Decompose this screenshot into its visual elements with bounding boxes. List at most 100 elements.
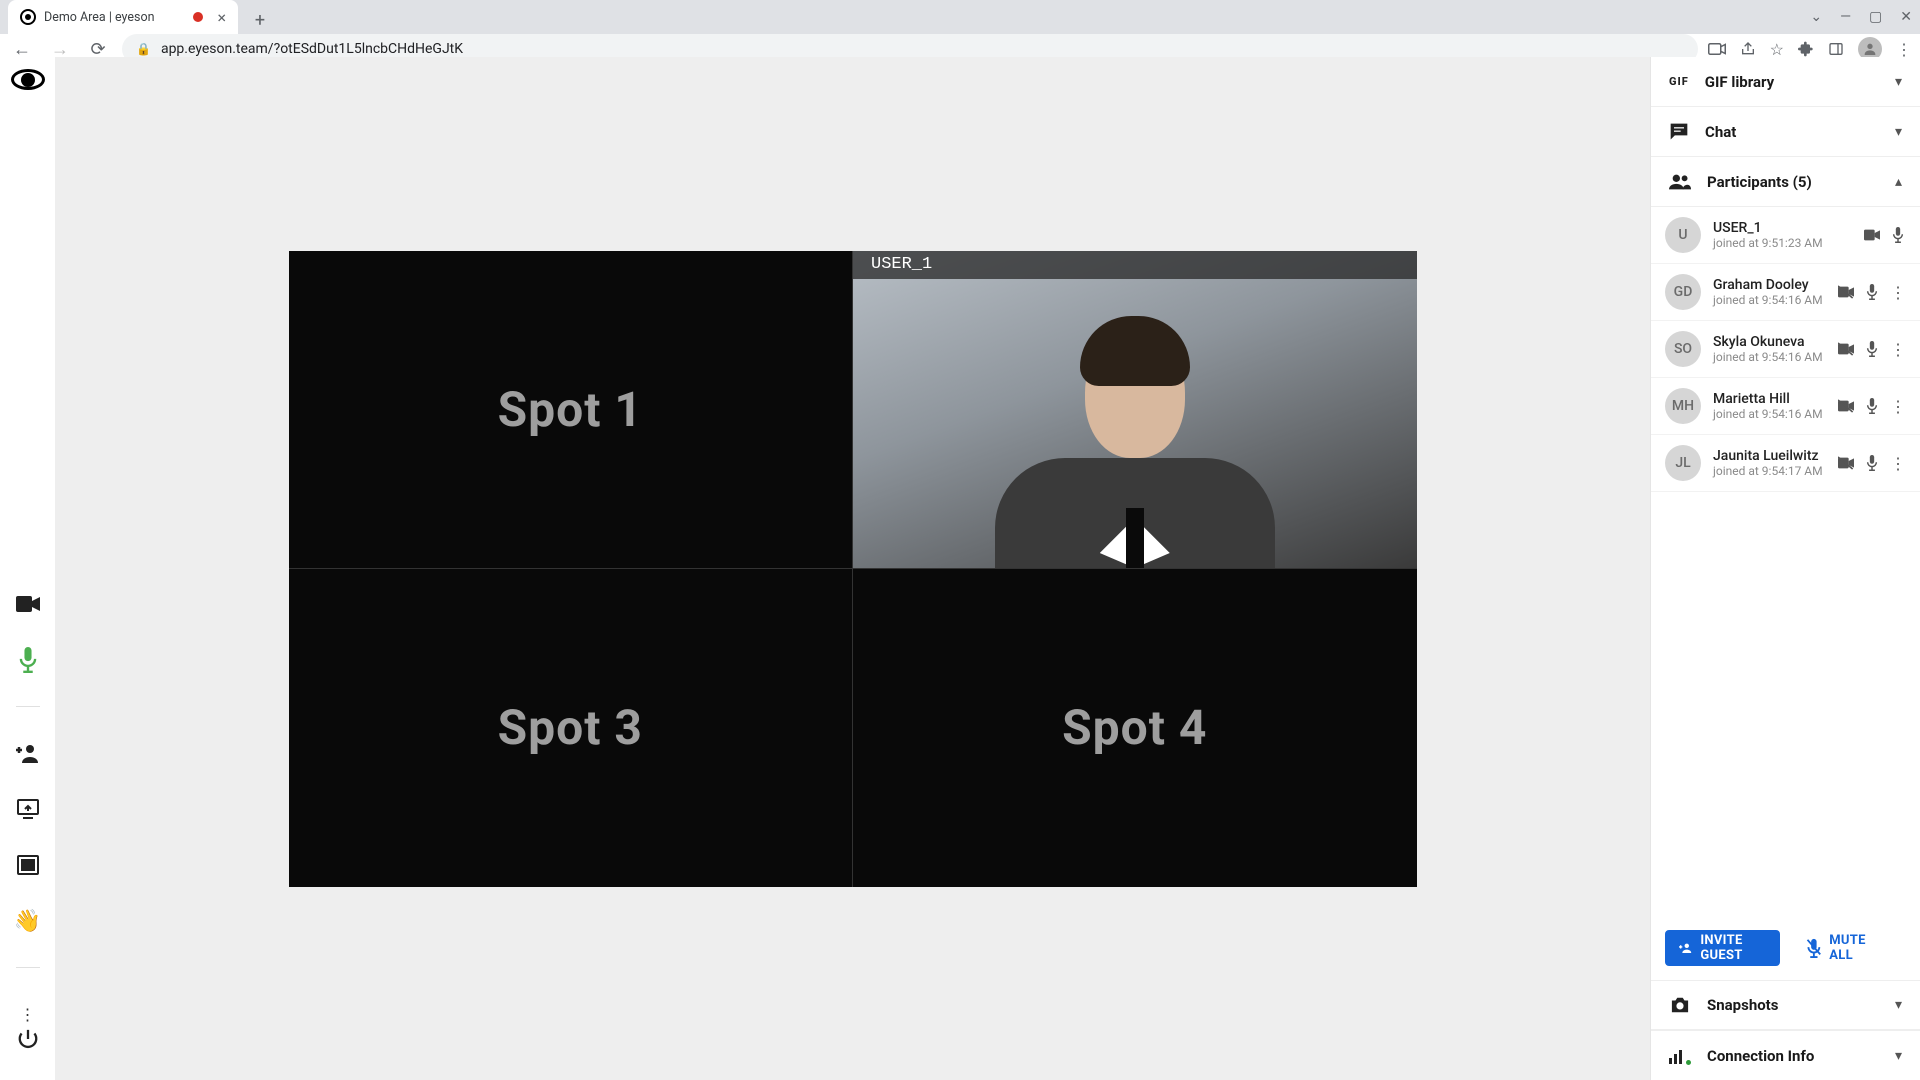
chevron-down-icon: ▾ <box>1895 124 1902 140</box>
participant-video-tile: USER_1 <box>853 251 1417 569</box>
connection-bars-icon <box>1669 1048 1691 1064</box>
more-icon[interactable]: ⋮ <box>1890 340 1906 359</box>
participant-row[interactable]: SO Skyla Okunevajoined at 9:54:16 AM ⋮ <box>1651 321 1920 378</box>
mute-all-button[interactable]: MUTE ALL <box>1792 930 1907 966</box>
camera-icon <box>1669 996 1691 1014</box>
grid-spot-3[interactable]: Spot 3 <box>289 569 853 887</box>
grid-spot-2[interactable]: USER_1 <box>853 251 1417 569</box>
spot-label: Spot 1 <box>498 381 643 438</box>
participant-info: Skyla Okunevajoined at 9:54:16 AM <box>1713 334 1826 364</box>
new-tab-button[interactable]: + <box>246 6 274 34</box>
window-minimize-icon[interactable]: — <box>1840 9 1851 25</box>
more-icon[interactable]: ⋮ <box>1890 454 1906 473</box>
snapshots-panel-header[interactable]: Snapshots ▾ <box>1651 980 1920 1030</box>
left-rail: 👋 ⋮ <box>0 57 55 1080</box>
tab-bar: Demo Area | eyeson × + ⌄ — ▢ ✕ <box>0 0 1920 34</box>
app-root: 👋 ⋮ Spot 1 USER_1 <box>0 57 1920 1080</box>
participant-avatar: MH <box>1665 388 1701 424</box>
participant-actions: INVITE GUEST MUTE ALL <box>1651 916 1920 980</box>
camera-off-icon[interactable] <box>1838 455 1854 471</box>
mic-icon[interactable] <box>1890 227 1906 243</box>
add-person-icon <box>1679 941 1692 955</box>
mic-icon[interactable] <box>1864 455 1880 471</box>
share-icon[interactable] <box>1740 41 1756 57</box>
mic-off-icon <box>1806 938 1822 958</box>
side-panel-icon[interactable] <box>1828 41 1844 57</box>
participants-icon <box>1669 174 1691 190</box>
layout-button[interactable] <box>14 851 42 879</box>
participants-list: U USER_1joined at 9:51:23 AM GD Graham Dool… <box>1651 207 1920 492</box>
participant-row[interactable]: MH Marietta Hilljoined at 9:54:16 AM ⋮ <box>1651 378 1920 435</box>
browser-tab[interactable]: Demo Area | eyeson × <box>8 0 238 34</box>
spot-label: Spot 4 <box>1062 699 1207 756</box>
participant-name: USER_1 <box>1713 220 1852 236</box>
camera-off-icon[interactable] <box>1838 341 1854 357</box>
participant-row[interactable]: U USER_1joined at 9:51:23 AM <box>1651 207 1920 264</box>
window-close-icon[interactable]: ✕ <box>1900 9 1912 25</box>
chat-panel-header[interactable]: Chat ▾ <box>1651 107 1920 157</box>
add-participant-button[interactable] <box>14 739 42 767</box>
participant-row[interactable]: GD Graham Dooleyjoined at 9:54:16 AM ⋮ <box>1651 264 1920 321</box>
participant-row[interactable]: JL Jaunita Lueilwitzjoined at 9:54:17 AM ⋮ <box>1651 435 1920 492</box>
more-options-button[interactable]: ⋮ <box>14 1000 42 1028</box>
participant-avatar: JL <box>1665 445 1701 481</box>
window-maximize-icon[interactable]: ▢ <box>1869 9 1882 25</box>
participant-info: Marietta Hilljoined at 9:54:16 AM <box>1713 391 1826 421</box>
participant-avatar: GD <box>1665 274 1701 310</box>
gif-library-panel-header[interactable]: GIF GIF library ▾ <box>1651 57 1920 107</box>
participant-name: Jaunita Lueilwitz <box>1713 448 1826 464</box>
bookmark-star-icon[interactable]: ☆ <box>1770 40 1784 59</box>
leave-call-button[interactable] <box>14 1028 42 1050</box>
camera-toggle-button[interactable] <box>14 590 42 618</box>
more-icon[interactable]: ⋮ <box>1890 283 1906 302</box>
participant-info: USER_1joined at 9:51:23 AM <box>1713 220 1852 250</box>
chevron-down-icon: ▾ <box>1895 997 1902 1013</box>
participant-name: Graham Dooley <box>1713 277 1826 293</box>
grid-spot-1[interactable]: Spot 1 <box>289 251 853 569</box>
lock-icon: 🔒 <box>136 42 151 56</box>
separator <box>16 706 40 707</box>
chevron-up-icon: ▴ <box>1895 174 1902 190</box>
spot-label: Spot 3 <box>498 699 643 756</box>
chevron-down-icon: ▾ <box>1895 74 1902 90</box>
connection-info-panel-header[interactable]: Connection Info ▾ <box>1651 1030 1920 1080</box>
camera-off-icon[interactable] <box>1838 284 1854 300</box>
grid-spot-4[interactable]: Spot 4 <box>853 569 1417 887</box>
favicon-eyeson <box>20 9 36 25</box>
video-overlay-label: USER_1 <box>853 251 1417 279</box>
kebab-menu-icon[interactable]: ⋮ <box>1896 40 1912 59</box>
mic-toggle-button[interactable] <box>14 646 42 674</box>
extensions-icon[interactable] <box>1798 41 1814 57</box>
mic-icon[interactable] <box>1864 398 1880 414</box>
reactions-button[interactable]: 👋 <box>14 907 42 935</box>
chat-icon <box>1669 122 1689 142</box>
app-logo[interactable] <box>11 69 45 90</box>
recording-indicator-icon <box>193 12 203 22</box>
right-sidebar: GIF GIF library ▾ Chat ▾ Participants (5… <box>1650 57 1920 1080</box>
participant-joined-time: joined at 9:54:16 AM <box>1713 293 1826 307</box>
close-tab-icon[interactable]: × <box>217 8 226 27</box>
participant-avatar: U <box>1665 217 1701 253</box>
more-icon[interactable]: ⋮ <box>1890 397 1906 416</box>
participant-joined-time: joined at 9:54:16 AM <box>1713 350 1826 364</box>
participant-name: Marietta Hill <box>1713 391 1826 407</box>
mic-icon[interactable] <box>1864 341 1880 357</box>
participants-panel-header[interactable]: Participants (5) ▴ <box>1651 157 1920 207</box>
present-button[interactable] <box>14 795 42 823</box>
camera-on-icon[interactable] <box>1864 227 1880 243</box>
window-controls: ⌄ — ▢ ✕ <box>1810 0 1920 34</box>
invite-guest-button[interactable]: INVITE GUEST <box>1665 930 1780 966</box>
participant-avatar: SO <box>1665 331 1701 367</box>
participant-info: Jaunita Lueilwitzjoined at 9:54:17 AM <box>1713 448 1826 478</box>
mic-icon[interactable] <box>1864 284 1880 300</box>
camera-permission-icon[interactable] <box>1708 42 1726 56</box>
url-text: app.eyeson.team/?otESdDut1L5lncbCHdHeGJt… <box>161 41 463 57</box>
participant-joined-time: joined at 9:54:17 AM <box>1713 464 1826 478</box>
camera-off-icon[interactable] <box>1838 398 1854 414</box>
separator <box>16 967 40 968</box>
video-grid: Spot 1 USER_1 Spot 3 Spot 4 <box>289 251 1417 887</box>
participant-name: Skyla Okuneva <box>1713 334 1826 350</box>
browser-chrome: Demo Area | eyeson × + ⌄ — ▢ ✕ ← → ⟳ 🔒 a… <box>0 0 1920 57</box>
participant-joined-time: joined at 9:54:16 AM <box>1713 407 1826 421</box>
window-dropdown-icon[interactable]: ⌄ <box>1810 9 1822 25</box>
